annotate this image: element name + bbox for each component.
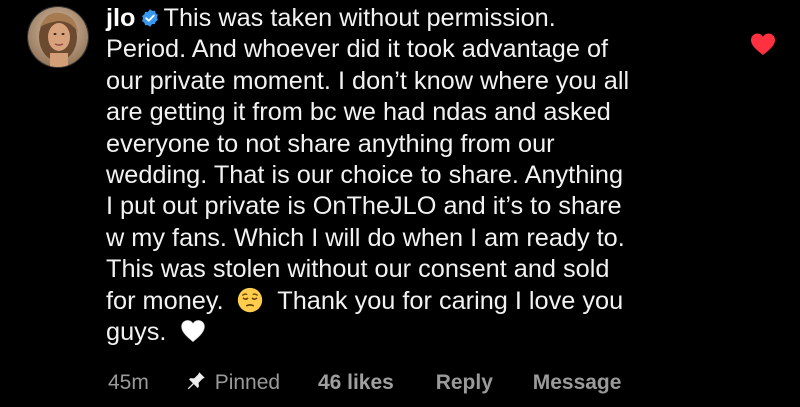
comment: jlo This was taken without permission. P… bbox=[0, 0, 800, 407]
profile-photo-icon bbox=[28, 7, 88, 67]
pensive-face-icon bbox=[237, 287, 262, 312]
comment-footer: 45m Pinned 46 likes Reply Message bbox=[108, 370, 621, 395]
comment-line: our private moment. I don’t know where y… bbox=[106, 66, 630, 95]
comment-text: jlo This was taken without permission. P… bbox=[106, 3, 726, 348]
comment-line: jlo This was taken without permission. bbox=[106, 3, 726, 34]
comment-line: Period. And whoever did it took advantag… bbox=[106, 35, 609, 64]
comment-line: for money. Thank you for caring I love y… bbox=[106, 286, 726, 317]
reply-button[interactable]: Reply bbox=[436, 371, 493, 395]
username-link[interactable]: jlo bbox=[106, 4, 136, 32]
message-button[interactable]: Message bbox=[533, 371, 622, 395]
timestamp: 45m bbox=[108, 370, 149, 394]
comment-line: I put out private is OnTheJLO and it’s t… bbox=[106, 192, 622, 221]
comment-line-text: This was taken without permission. bbox=[163, 4, 556, 32]
comment-line-text: for money. bbox=[106, 286, 224, 315]
pin-icon bbox=[187, 372, 205, 390]
comment-line: wedding. That is our choice to share. An… bbox=[106, 161, 624, 190]
pinned-indicator: Pinned bbox=[185, 370, 280, 395]
comment-line: w my fans. Which I will do when I am rea… bbox=[106, 223, 625, 252]
verified-badge-icon bbox=[141, 9, 158, 27]
comment-line: everyone to not share anything from our bbox=[106, 129, 555, 158]
comment-line: guys. bbox=[106, 317, 726, 348]
pinned-label: Pinned bbox=[214, 371, 281, 395]
like-heart-icon[interactable] bbox=[750, 32, 776, 56]
comment-line-text: guys. bbox=[106, 318, 167, 347]
likes-count-link[interactable]: 46 likes bbox=[318, 371, 394, 395]
comment-line: This was stolen without our consent and … bbox=[106, 255, 610, 284]
comment-line: are getting it from bc we had ndas and a… bbox=[106, 98, 611, 127]
avatar[interactable] bbox=[27, 6, 89, 68]
white-heart-icon bbox=[180, 320, 205, 343]
comment-line-text: Thank you for caring I love you bbox=[277, 286, 624, 315]
